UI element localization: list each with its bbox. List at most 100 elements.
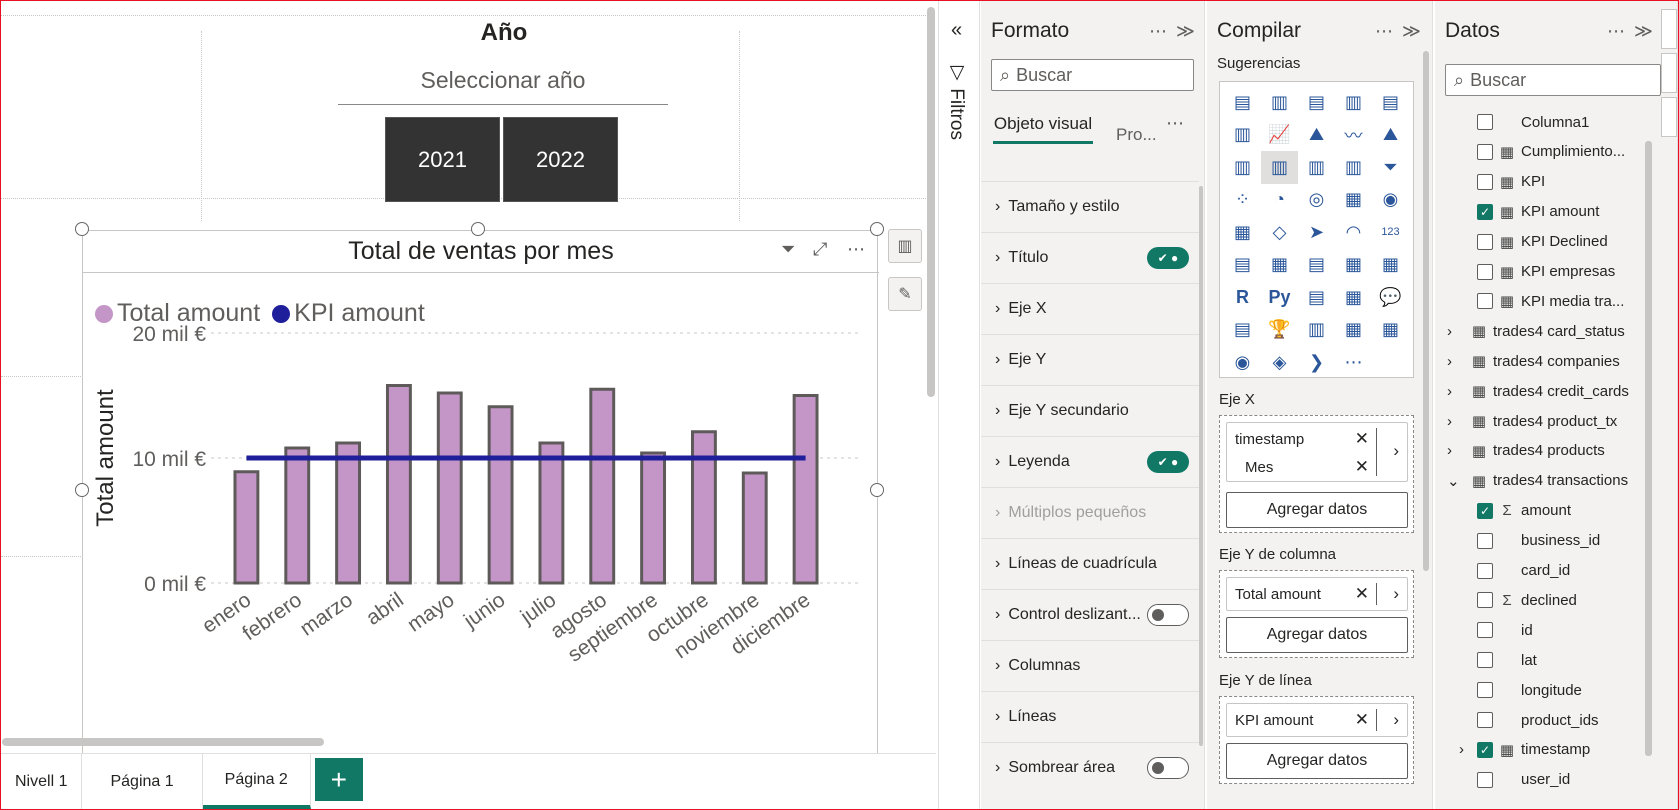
side-toolbar-button[interactable]	[1661, 9, 1677, 49]
bar[interactable]	[284, 446, 311, 585]
visual-type-icon[interactable]: ▤	[1298, 281, 1335, 314]
toggle-switch[interactable]: ✔ ●	[1147, 247, 1189, 269]
data-field-row[interactable]: › ▦ trades4 products	[1435, 436, 1635, 466]
remove-field-icon[interactable]: ✕	[1355, 584, 1369, 604]
build-pane-scrollbar[interactable]	[1423, 51, 1429, 571]
chevron-right-icon[interactable]: ›	[1447, 383, 1465, 400]
visual-type-icon[interactable]: ▦	[1224, 216, 1261, 249]
format-section[interactable]: › Título ✔ ●	[981, 232, 1199, 283]
data-field-row[interactable]: ▦ Cumplimiento...	[1435, 137, 1635, 167]
format-section[interactable]: › Tamaño y estilo	[981, 181, 1199, 232]
field-checkbox[interactable]	[1477, 562, 1493, 579]
tab-objeto-visual[interactable]: Objeto visual	[993, 113, 1093, 144]
tab-pagina-2[interactable]: Página 2	[202, 754, 311, 809]
resize-handle[interactable]	[75, 222, 89, 236]
visual-type-icon[interactable]: ▥	[1335, 151, 1372, 184]
data-field-row[interactable]: ▦ KPI	[1435, 167, 1635, 197]
remove-field-icon[interactable]: ✕	[1355, 710, 1369, 730]
visual-type-icon[interactable]: ▥	[1298, 151, 1335, 184]
format-section[interactable]: › Leyenda ✔ ●	[981, 436, 1199, 487]
field-checkbox[interactable]	[1477, 263, 1493, 280]
collapse-panes-icon[interactable]: «	[951, 19, 962, 42]
data-field-row[interactable]: Columna1	[1435, 107, 1635, 137]
y-column-field[interactable]: Total amount ✕ ›	[1226, 577, 1408, 611]
bar[interactable]	[640, 451, 667, 585]
data-field-row[interactable]: ✓ ▦ KPI amount	[1435, 197, 1635, 227]
expand-field-icon[interactable]: ›	[1393, 584, 1399, 604]
visual-type-icon[interactable]: ⛰	[1372, 119, 1409, 152]
field-checkbox[interactable]	[1477, 682, 1493, 699]
slicer-dropdown[interactable]: Seleccionar año	[338, 61, 668, 105]
report-canvas[interactable]: Año Seleccionar año 2021 2022 Total de v…	[1, 1, 936, 753]
visual-type-icon[interactable]: ▦	[1335, 281, 1372, 314]
data-field-row[interactable]: › ▦ trades4 credit_cards	[1435, 376, 1635, 406]
field-checkbox[interactable]: ✓	[1477, 203, 1493, 220]
visual-type-icon[interactable]: ➤	[1298, 216, 1335, 249]
format-section[interactable]: › Eje Y secundario	[981, 385, 1199, 436]
format-section[interactable]: › Líneas de cuadrícula	[981, 538, 1199, 589]
side-toolbar-button[interactable]	[1661, 53, 1677, 93]
data-field-row[interactable]: id	[1435, 615, 1635, 645]
visual-type-icon[interactable]: ⁘	[1224, 184, 1261, 217]
format-section[interactable]: › Múltiplos pequeños	[981, 487, 1199, 538]
chevron-right-icon[interactable]: ›	[1447, 442, 1465, 459]
y-line-well[interactable]: KPI amount ✕ › Agregar datos	[1219, 696, 1414, 784]
bar[interactable]	[741, 471, 768, 585]
tab-nivell-1[interactable]: Nivell 1	[1, 754, 83, 809]
visual-type-icon[interactable]: ▤	[1298, 249, 1335, 282]
data-pane-more-icon[interactable]: ⋯ ≫	[1607, 21, 1655, 42]
add-page-button[interactable]: +	[314, 758, 363, 801]
visual-type-icon[interactable]: 123	[1372, 216, 1409, 249]
visual-type-icon[interactable]: ▤	[1224, 86, 1261, 119]
visual-type-icon[interactable]: 💬	[1372, 281, 1409, 314]
visual-type-icon[interactable]: ⛰	[1298, 119, 1335, 152]
data-field-row[interactable]: › ✓ ▦ timestamp	[1435, 735, 1635, 765]
chart-insights-icon[interactable]: ▥	[888, 229, 922, 263]
field-checkbox[interactable]	[1477, 771, 1493, 788]
add-data-x-button[interactable]: Agregar datos	[1226, 492, 1408, 528]
visual-type-icon[interactable]: ⋯	[1335, 346, 1372, 379]
visual-type-icon[interactable]: ▥	[1298, 314, 1335, 347]
tab-pagina-1[interactable]: Página 1	[82, 754, 203, 809]
chevron-right-icon[interactable]: ›	[1447, 323, 1465, 340]
visual-type-icon[interactable]: ◠	[1335, 216, 1372, 249]
x-axis-well[interactable]: timestamp ✕ › Mes ✕ Agregar datos	[1219, 415, 1414, 533]
visual-type-icon[interactable]: 〰	[1335, 119, 1372, 152]
bar[interactable]	[233, 470, 260, 585]
data-field-row[interactable]: ⌄ ▦ trades4 transactions	[1435, 466, 1635, 496]
tab-general[interactable]: Pro...	[1116, 125, 1157, 145]
visual-type-icon[interactable]: ▦	[1372, 249, 1409, 282]
toggle-switch[interactable]: ✔ ●	[1147, 451, 1189, 473]
bar[interactable]	[589, 387, 616, 585]
format-section[interactable]: › Sombrear área	[981, 742, 1199, 793]
data-field-row[interactable]: ✓ Σamount	[1435, 496, 1635, 526]
more-tabs-icon[interactable]: ⋯	[1166, 113, 1184, 134]
data-search-input[interactable]: ⌕ Buscar	[1445, 64, 1661, 96]
bar[interactable]	[792, 394, 819, 585]
visual-type-icon[interactable]: ▤	[1224, 314, 1261, 347]
visual-type-icon[interactable]: ◎	[1298, 184, 1335, 217]
data-field-row[interactable]: ▦ KPI Declined	[1435, 227, 1635, 257]
data-field-row[interactable]: › ▦ trades4 product_tx	[1435, 406, 1635, 436]
visual-type-icon[interactable]: 📈	[1261, 119, 1298, 152]
visual-type-icon[interactable]: ◇	[1261, 216, 1298, 249]
data-field-row[interactable]: product_ids	[1435, 705, 1635, 735]
expand-field-icon[interactable]: ›	[1393, 710, 1399, 730]
field-checkbox[interactable]	[1477, 622, 1493, 639]
visual-type-icon[interactable]: ▦	[1335, 249, 1372, 282]
build-pane-more-icon[interactable]: ⋯ ≫	[1375, 21, 1423, 42]
format-pane-scrollbar[interactable]	[1199, 186, 1203, 746]
data-pane-scrollbar[interactable]	[1645, 141, 1652, 756]
field-checkbox[interactable]	[1477, 143, 1493, 160]
field-checkbox[interactable]: ✓	[1477, 502, 1493, 519]
field-checkbox[interactable]	[1477, 233, 1493, 250]
visual-type-icon[interactable]: ▥	[1224, 151, 1261, 184]
field-checkbox[interactable]	[1477, 652, 1493, 669]
data-field-row[interactable]: business_id	[1435, 526, 1635, 556]
visual-type-icon[interactable]: ▥	[1224, 119, 1261, 152]
field-checkbox[interactable]	[1477, 532, 1493, 549]
chevron-down-icon[interactable]: ⌄	[1447, 472, 1465, 490]
visual-type-icon[interactable]: ▦	[1335, 314, 1372, 347]
data-field-row[interactable]: › ▦ trades4 companies	[1435, 346, 1635, 376]
format-section[interactable]: › Columnas	[981, 640, 1199, 691]
